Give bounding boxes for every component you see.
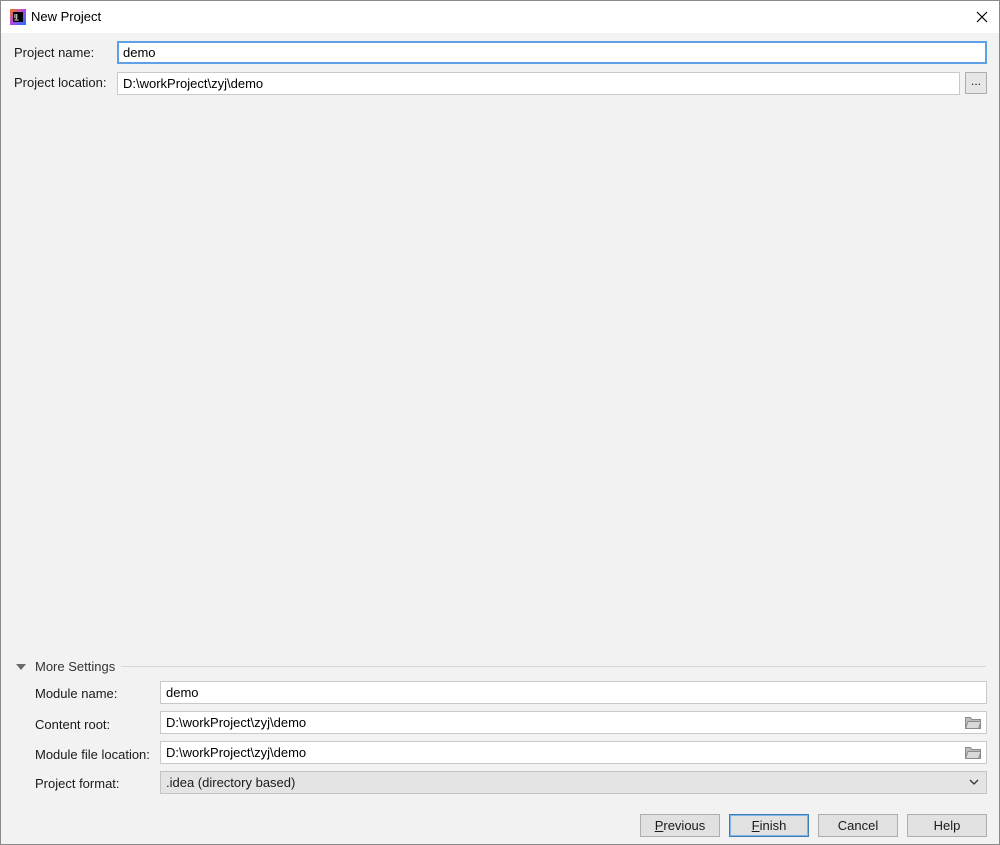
expand-triangle-icon: [16, 663, 26, 670]
more-settings-label: More Settings: [35, 659, 116, 674]
content-root-input[interactable]: D:\workProject\zyj\demo: [160, 711, 987, 734]
folder-icon[interactable]: [965, 716, 981, 729]
svg-text:IJ: IJ: [14, 14, 18, 20]
project-format-select[interactable]: .idea (directory based): [160, 771, 987, 794]
project-location-input[interactable]: D:\workProject\zyj\demo: [117, 72, 960, 95]
settings-divider: [121, 666, 986, 667]
close-button[interactable]: [965, 1, 999, 33]
cancel-button[interactable]: Cancel: [818, 814, 898, 837]
help-button[interactable]: Help: [907, 814, 987, 837]
finish-label: inish: [759, 818, 787, 833]
project-name-label: Project name:: [14, 45, 95, 60]
project-name-input[interactable]: demo: [117, 41, 987, 64]
title-bar: IJ New Project: [1, 1, 999, 33]
project-format-label: Project format:: [35, 776, 120, 791]
new-project-dialog: IJ New Project Project name: demo Projec…: [0, 0, 1000, 845]
chevron-down-icon: [969, 779, 979, 785]
finish-button[interactable]: Finish: [729, 814, 809, 837]
folder-icon[interactable]: [965, 746, 981, 759]
browse-location-button[interactable]: ...: [965, 72, 987, 94]
finish-mnemonic: F: [751, 818, 760, 833]
previous-button[interactable]: Previous: [640, 814, 720, 837]
module-file-location-input[interactable]: D:\workProject\zyj\demo: [160, 741, 987, 764]
previous-label: revious: [663, 818, 706, 833]
more-settings-toggle[interactable]: More Settings: [16, 659, 115, 674]
project-location-label: Project location:: [14, 75, 107, 90]
project-format-value: .idea (directory based): [166, 775, 296, 790]
window-title: New Project: [31, 9, 102, 24]
intellij-idea-icon: IJ: [10, 9, 26, 25]
module-file-location-label: Module file location:: [35, 747, 150, 762]
module-name-input[interactable]: demo: [160, 681, 987, 704]
close-icon: [976, 11, 988, 23]
content-root-label: Content root:: [35, 717, 111, 732]
module-name-label: Module name:: [35, 686, 118, 701]
